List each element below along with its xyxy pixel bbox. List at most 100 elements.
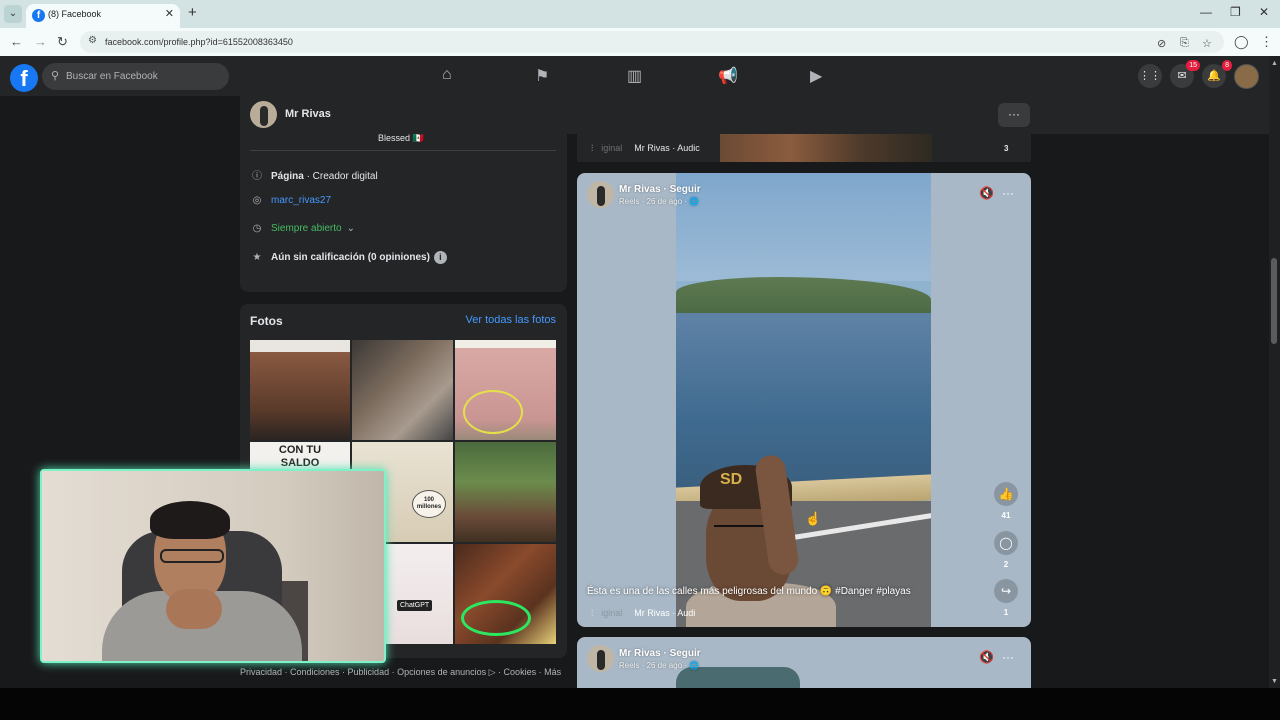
camera-off-icon[interactable]: ⊘ bbox=[1157, 37, 1166, 50]
window-close-icon[interactable]: ✕ bbox=[1259, 5, 1269, 19]
previous-reel-thumbnail[interactable] bbox=[720, 134, 932, 162]
star-icon: ★ bbox=[252, 252, 262, 263]
audio-wave-icon: ⫶ bbox=[591, 143, 594, 153]
post-author-avatar[interactable] bbox=[587, 645, 614, 672]
page-category: · Creador digital bbox=[303, 171, 378, 182]
notifications-badge: 8 bbox=[1222, 60, 1232, 71]
facebook-header: f ⚲ Buscar en Facebook ⌂ ⚑ ▥ 📢 ▶ ⋮⋮ ✉ 15… bbox=[0, 56, 1280, 96]
post-audio-row[interactable]: ⫶ iginal Mr Rivas · Audi bbox=[591, 608, 695, 619]
install-icon[interactable]: ⎘ bbox=[1180, 37, 1189, 50]
scroll-down-icon[interactable]: ▼ bbox=[1271, 678, 1278, 685]
facebook-logo-icon[interactable]: f bbox=[10, 64, 38, 92]
rating-text: Aún sin calificación (0 opiniones) bbox=[271, 252, 430, 263]
menu-kebab-icon[interactable]: ⋮ bbox=[1260, 34, 1273, 50]
bookmark-star-icon[interactable]: ☆ bbox=[1202, 37, 1212, 50]
tab-close-icon[interactable]: ✕ bbox=[165, 7, 174, 20]
clock-icon: ◷ bbox=[252, 223, 262, 234]
pages-flag-icon[interactable]: ⚑ bbox=[535, 66, 549, 86]
account-avatar[interactable] bbox=[1234, 64, 1259, 89]
hours-text[interactable]: Siempre abierto bbox=[271, 223, 342, 234]
browser-tab-facebook[interactable]: f (8) Facebook ✕ bbox=[26, 4, 180, 28]
intro-card: Blessed 🇲🇽 ⓘ Página · Creador digital ◎ ma… bbox=[240, 133, 567, 292]
webcam-person-hands bbox=[166, 589, 222, 629]
scroll-up-icon[interactable]: ▲ bbox=[1271, 60, 1278, 67]
forward-icon[interactable]: → bbox=[34, 34, 47, 49]
tab-search-icon[interactable]: ⌄ bbox=[4, 5, 22, 23]
photo-thumbnail[interactable] bbox=[455, 442, 556, 542]
taskbar bbox=[0, 688, 1280, 720]
webcam-person-glasses bbox=[160, 549, 224, 563]
post-meta: Reels · 26 de ago · 🌐 bbox=[619, 661, 700, 670]
audio-text: Mr Rivas · Audic bbox=[634, 143, 700, 153]
post-more-icon[interactable]: ··· bbox=[1002, 650, 1014, 664]
instagram-icon: ◎ bbox=[252, 195, 262, 206]
profile-icon[interactable]: ◯ bbox=[1234, 34, 1249, 50]
restore-icon[interactable]: ❐ bbox=[1230, 5, 1241, 19]
post-caption[interactable]: Ésta es una de las calles más peligrosas… bbox=[587, 586, 911, 597]
previous-post-strip: ⫶ iginal Mr Rivas · Audic 3 bbox=[577, 134, 1031, 162]
photo-thumbnail[interactable] bbox=[455, 340, 556, 440]
messenger-icon[interactable]: ✉ 15 bbox=[1170, 60, 1200, 88]
page-scrollbar[interactable]: ▲ ▼ bbox=[1269, 56, 1280, 688]
rating-info-icon[interactable]: i bbox=[433, 251, 447, 264]
photo-caption-text: 100 millones bbox=[416, 497, 442, 510]
new-tab-icon[interactable]: + bbox=[188, 4, 197, 21]
share-icon[interactable]: ↪ bbox=[994, 579, 1018, 603]
site-info-icon[interactable]: ⚙ bbox=[88, 35, 97, 46]
divider bbox=[250, 150, 556, 151]
tab-title: (8) Facebook bbox=[48, 9, 102, 19]
audio-row[interactable]: ⫶ iginal Mr Rivas · Audic bbox=[591, 143, 700, 154]
more-options-button[interactable]: ··· bbox=[998, 103, 1030, 127]
webcam-overlay bbox=[40, 469, 386, 663]
instagram-link[interactable]: marc_rivas27 bbox=[271, 195, 331, 206]
audio-wave-icon: ⫶ bbox=[591, 608, 594, 618]
like-icon[interactable]: 👍 bbox=[994, 482, 1018, 506]
profile-name[interactable]: Mr Rivas bbox=[285, 108, 331, 120]
mute-icon[interactable]: 🔇 bbox=[979, 650, 994, 664]
comment-count: 2 bbox=[1003, 560, 1009, 569]
page-label: Página bbox=[271, 171, 304, 182]
intro-rating-row: ★ Aún sin calificación (0 opiniones) i bbox=[250, 251, 447, 264]
back-icon[interactable]: ← bbox=[10, 34, 23, 49]
intro-hours-row[interactable]: ◷ Siempre abierto ⌄ bbox=[250, 223, 355, 234]
see-all-photos-link[interactable]: Ver todas las fotos bbox=[466, 314, 557, 326]
mute-icon[interactable]: 🔇 bbox=[979, 186, 994, 200]
share-count: 3 bbox=[1004, 144, 1009, 153]
video-water bbox=[676, 313, 931, 493]
photo-caption-text: ChatGPT bbox=[397, 600, 433, 611]
share-count: 1 bbox=[1003, 608, 1009, 617]
profile-sticky-bar: Mr Rivas ··· bbox=[240, 96, 1272, 134]
highlight-circle bbox=[463, 390, 523, 434]
footer-links[interactable]: Privacidad · Condiciones · Publicidad · … bbox=[240, 667, 561, 678]
address-bar-row: ← → ↻ ⚙ facebook.com/profile.php?id=6155… bbox=[0, 28, 1280, 56]
video-sky bbox=[676, 173, 931, 281]
photo-thumbnail[interactable] bbox=[352, 340, 453, 440]
minimize-icon[interactable]: — bbox=[1200, 5, 1212, 19]
url-field[interactable]: ⚙ facebook.com/profile.php?id=6155200836… bbox=[80, 31, 1224, 53]
reel-video[interactable]: SD bbox=[676, 173, 931, 627]
ads-megaphone-icon[interactable]: 📢 bbox=[718, 66, 738, 86]
chevron-down-icon[interactable]: ⌄ bbox=[347, 223, 355, 234]
search-input[interactable]: ⚲ Buscar en Facebook bbox=[42, 63, 229, 90]
scrollbar-thumb[interactable] bbox=[1271, 258, 1277, 344]
post-author-name[interactable]: Mr Rivas · Seguir bbox=[619, 648, 701, 659]
bio-text: Blessed 🇲🇽 bbox=[378, 133, 424, 143]
profile-avatar[interactable] bbox=[250, 101, 277, 128]
apps-grid-icon[interactable]: ⋮⋮ bbox=[1138, 64, 1162, 88]
audio-faded-text: iginal bbox=[601, 608, 623, 618]
messenger-badge: 15 bbox=[1186, 60, 1200, 71]
post-more-icon[interactable]: ··· bbox=[1002, 186, 1014, 200]
url-text: facebook.com/profile.php?id=615520083634… bbox=[105, 37, 293, 47]
next-reel-thumbnail[interactable] bbox=[676, 667, 800, 689]
photo-thumbnail[interactable] bbox=[250, 340, 350, 440]
home-icon[interactable]: ⌂ bbox=[442, 66, 452, 84]
video-hills bbox=[676, 277, 931, 315]
post-author-name[interactable]: Mr Rivas · Seguir bbox=[619, 184, 701, 195]
insights-icon[interactable]: ▥ bbox=[627, 66, 642, 86]
post-author-avatar[interactable] bbox=[587, 181, 614, 208]
reload-icon[interactable]: ↻ bbox=[57, 34, 68, 50]
video-icon[interactable]: ▶ bbox=[810, 66, 822, 86]
notifications-bell-icon[interactable]: 🔔 8 bbox=[1202, 60, 1232, 88]
photo-thumbnail[interactable] bbox=[455, 544, 556, 644]
comment-icon[interactable]: ◯ bbox=[994, 531, 1018, 555]
